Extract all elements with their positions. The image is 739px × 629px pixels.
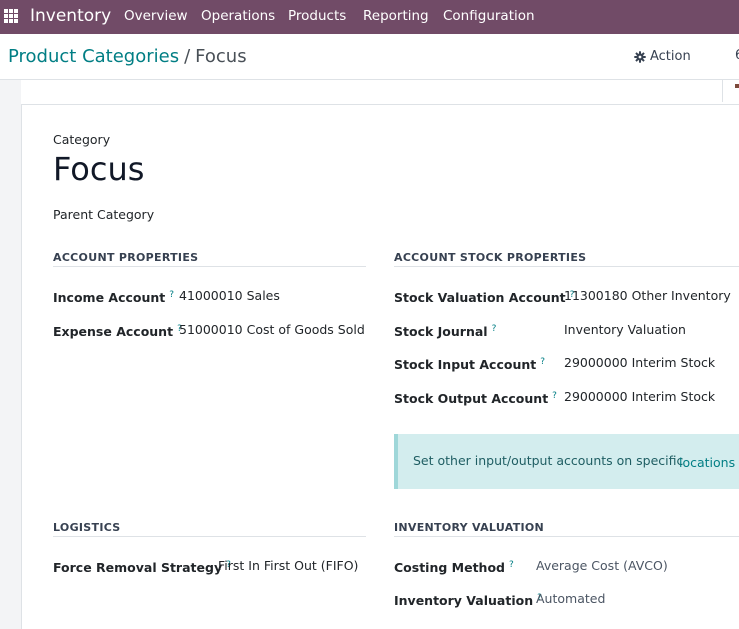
inventory-valuation-label: Inventory Valuation? <box>394 593 542 609</box>
top-navbar: Inventory Overview Operations Products R… <box>0 0 739 34</box>
section-account-stock-properties: ACCOUNT STOCK PROPERTIES <box>394 251 587 264</box>
income-account-value[interactable]: 41000010 Sales <box>179 288 280 304</box>
inventory-valuation-value[interactable]: Automated <box>536 591 605 607</box>
stock-output-account-value[interactable]: 29000000 Interim Stock <box>564 389 715 405</box>
category-name-title[interactable]: Focus <box>53 149 144 189</box>
stock-valuation-account-label: Stock Valuation Account? <box>394 290 575 306</box>
help-icon[interactable]: ? <box>509 560 514 570</box>
gear-icon <box>634 51 646 63</box>
section-account-properties: ACCOUNT PROPERTIES <box>53 251 199 264</box>
menu-products[interactable]: Products <box>288 7 346 25</box>
income-account-label: Income Account? <box>53 290 175 306</box>
stock-journal-label: Stock Journal? <box>394 324 497 340</box>
force-removal-strategy-value[interactable]: First In First Out (FIFO) <box>218 558 358 574</box>
section-logistics: LOGISTICS <box>53 521 121 534</box>
help-icon[interactable]: ? <box>552 391 557 401</box>
parent-category-label: Parent Category <box>53 207 155 222</box>
help-icon[interactable]: ? <box>169 290 174 300</box>
breadcrumb: Product Categories / Focus <box>8 45 247 69</box>
pager-value: 6 <box>735 48 739 63</box>
menu-reporting[interactable]: Reporting <box>363 7 429 25</box>
action-label: Action <box>650 49 691 64</box>
section-divider <box>53 536 366 537</box>
breadcrumb-parent-link[interactable]: Product Categories <box>8 46 179 67</box>
locations-link[interactable]: locations <box>679 455 735 471</box>
breadcrumb-separator: / <box>184 46 191 67</box>
help-icon[interactable]: ? <box>540 357 545 367</box>
section-inventory-valuation: INVENTORY VALUATION <box>394 521 545 534</box>
chatter-toggle-icon[interactable] <box>735 84 739 94</box>
statusbar-divider <box>722 80 723 102</box>
force-removal-strategy-label: Force Removal Strategy? <box>53 560 231 576</box>
stock-input-account-value[interactable]: 29000000 Interim Stock <box>564 355 715 371</box>
alert-text: Set other input/output accounts on speci… <box>413 453 684 468</box>
breadcrumb-current: Focus <box>195 46 247 67</box>
form-statusbar <box>21 80 739 105</box>
app-name[interactable]: Inventory <box>30 5 111 27</box>
stock-input-account-label: Stock Input Account? <box>394 357 545 373</box>
expense-account-label: Expense Account? <box>53 324 182 340</box>
action-button[interactable]: Action <box>634 48 691 66</box>
control-panel: Product Categories/Focus Action 6 <box>0 34 739 80</box>
apps-grid-icon[interactable] <box>4 9 18 23</box>
costing-method-label: Costing Method? <box>394 560 514 576</box>
menu-overview[interactable]: Overview <box>124 7 188 25</box>
category-label: Category <box>53 132 111 147</box>
costing-method-value[interactable]: Average Cost (AVCO) <box>536 558 668 574</box>
stock-valuation-account-value[interactable]: 11300180 Other Inventory <box>564 288 731 304</box>
section-divider <box>53 266 366 267</box>
expense-account-value[interactable]: 51000010 Cost of Goods Sold <box>179 322 365 338</box>
section-divider <box>394 266 739 267</box>
stock-output-account-label: Stock Output Account? <box>394 391 557 407</box>
stock-journal-value[interactable]: Inventory Valuation <box>564 322 686 338</box>
menu-operations[interactable]: Operations <box>201 7 275 25</box>
info-alert: Set other input/output accounts on speci… <box>394 434 739 489</box>
section-divider <box>394 536 739 537</box>
help-icon[interactable]: ? <box>492 324 497 334</box>
menu-configuration[interactable]: Configuration <box>443 7 535 25</box>
